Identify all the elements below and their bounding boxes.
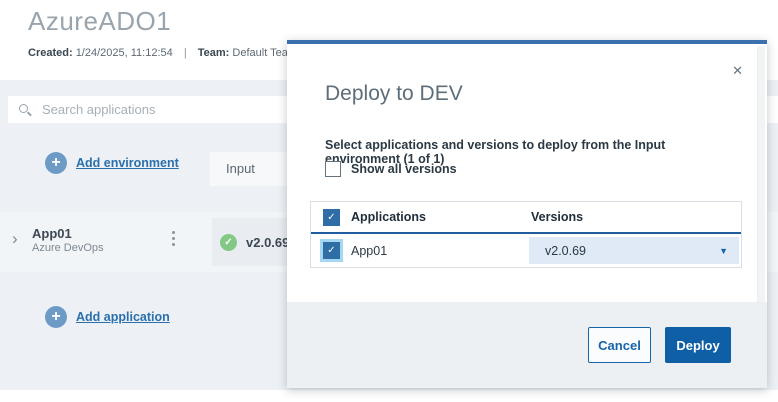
deploy-table: ✓ Applications Versions ✓ App01 v2.0.69 … xyxy=(310,201,742,268)
application-name: App01 xyxy=(32,226,72,241)
page-title: AzureADO1 xyxy=(28,6,171,37)
kebab-menu-icon[interactable] xyxy=(170,229,177,248)
add-environment-button[interactable]: + Add environment xyxy=(45,152,179,174)
close-icon[interactable]: ✕ xyxy=(732,64,743,77)
show-all-versions-option[interactable]: Show all versions xyxy=(325,161,457,177)
chevron-right-icon[interactable]: › xyxy=(12,230,18,247)
table-row: ✓ App01 v2.0.69 ▼ xyxy=(311,234,741,267)
add-application-label: Add application xyxy=(76,310,170,324)
modal-title: Deploy to DEV xyxy=(325,82,463,106)
screen: AzureADO1 Created: 1/24/2025, 11:12:54 |… xyxy=(0,0,778,402)
select-all-checkbox[interactable]: ✓ xyxy=(323,209,340,226)
table-header-row: ✓ Applications Versions xyxy=(311,202,741,234)
add-environment-label: Add environment xyxy=(76,156,179,170)
application-type: Azure DevOps xyxy=(32,242,104,254)
created-value: 1/24/2025, 11:12:54 xyxy=(76,47,173,59)
version-dropdown[interactable]: v2.0.69 ▼ xyxy=(529,237,739,264)
created-label: Created: xyxy=(28,47,73,59)
plus-icon: + xyxy=(45,152,67,174)
row-application-name: App01 xyxy=(351,244,387,258)
plus-icon: + xyxy=(45,306,67,328)
version-dropdown-value: v2.0.69 xyxy=(545,244,586,258)
meta-separator: | xyxy=(184,47,187,59)
modal-footer: Cancel Deploy xyxy=(287,302,767,388)
row-checkbox[interactable]: ✓ xyxy=(323,242,340,259)
success-check-icon: ✓ xyxy=(220,234,237,251)
chevron-down-icon: ▼ xyxy=(719,246,728,256)
search-icon xyxy=(19,104,30,115)
deploy-button[interactable]: Deploy xyxy=(665,327,731,363)
team-label: Team: xyxy=(198,47,230,59)
cancel-button[interactable]: Cancel xyxy=(588,327,651,363)
versions-column-header: Versions xyxy=(531,210,583,224)
show-all-versions-label: Show all versions xyxy=(351,162,457,176)
show-all-versions-checkbox[interactable] xyxy=(325,161,341,177)
deploy-modal: ✕ Deploy to DEV Select applications and … xyxy=(287,40,767,388)
add-application-button[interactable]: + Add application xyxy=(45,306,170,328)
applications-column-header: Applications xyxy=(351,210,426,224)
deployed-version: v2.0.69 xyxy=(246,235,289,250)
page-meta: Created: 1/24/2025, 11:12:54 | Team: Def… xyxy=(28,47,297,59)
